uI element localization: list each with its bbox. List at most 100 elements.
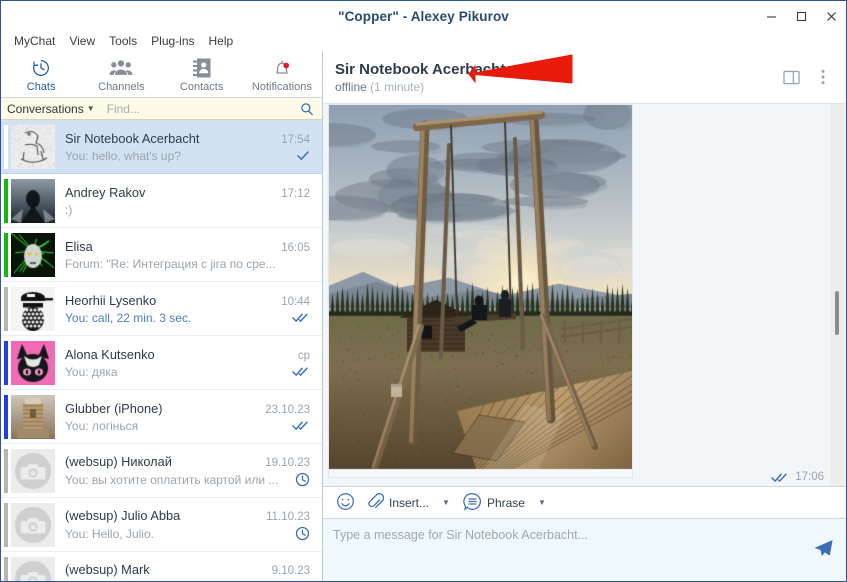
conversation-row[interactable]: Sir Notebook Acerbacht 17:54 You: hello, w… bbox=[1, 120, 322, 174]
avatar[interactable] bbox=[11, 286, 55, 331]
window-controls bbox=[756, 1, 846, 31]
message-meta: 17:06 bbox=[771, 471, 824, 483]
chat-contact-status: offline (1 minute) bbox=[335, 80, 505, 94]
avatar[interactable] bbox=[11, 394, 55, 439]
emoji-button[interactable] bbox=[331, 489, 360, 517]
search-input[interactable] bbox=[106, 101, 296, 116]
avatar[interactable] bbox=[11, 124, 55, 169]
minimize-button[interactable] bbox=[756, 1, 786, 31]
conversation-body: (websup) Николай 19.10.23 You: вы хотите о… bbox=[55, 454, 314, 487]
phrase-bubble-icon bbox=[463, 492, 482, 514]
presence-status-indicator bbox=[4, 124, 8, 169]
send-button[interactable] bbox=[800, 519, 846, 581]
conversation-row[interactable]: Elisa 16:05 Forum: "Re: Интеграция с jira … bbox=[1, 228, 322, 282]
conversation-preview: Forum: "Re: Интеграция с jira по сре... bbox=[65, 256, 276, 271]
chat-header: Sir Notebook Acerbacht offline (1 minute… bbox=[323, 51, 846, 104]
presence-status-indicator bbox=[4, 394, 8, 439]
message-image-bubble[interactable] bbox=[328, 104, 633, 478]
phrase-button[interactable]: Phrase bbox=[458, 489, 530, 517]
conversation-row[interactable]: Glubber (iPhone) 23.10.23 You: логінься bbox=[1, 390, 322, 444]
menu-bar: MyChat View Tools Plug-ins Help bbox=[1, 31, 846, 51]
conversation-time: 11.10.23 bbox=[266, 511, 310, 523]
insert-label: Insert... bbox=[389, 495, 430, 510]
more-vertical-icon[interactable] bbox=[810, 64, 836, 90]
conversation-row[interactable]: (websup) Julio Abba 11.10.23 You: Hello, J… bbox=[1, 498, 322, 552]
menu-help[interactable]: Help bbox=[202, 32, 241, 50]
double-check-icon bbox=[771, 472, 789, 483]
chat-scrollbar-thumb[interactable] bbox=[835, 291, 839, 335]
conversation-preview: You: hello, what's up? bbox=[65, 148, 181, 163]
conversation-name: (websup) Julio Abba bbox=[65, 508, 181, 523]
conversation-name: Heorhii Lysenko bbox=[65, 292, 157, 308]
paperclip-icon bbox=[367, 492, 385, 514]
side-panel-icon[interactable] bbox=[778, 64, 804, 90]
double-check-icon bbox=[292, 420, 310, 431]
conversation-name: Sir Notebook Acerbacht bbox=[65, 130, 200, 146]
conversation-row[interactable]: (websup) Николай 19.10.23 You: вы хотите о… bbox=[1, 444, 322, 498]
avatar[interactable] bbox=[11, 340, 55, 385]
conversation-name: Andrey Rakov bbox=[65, 184, 146, 200]
double-check-icon bbox=[292, 366, 310, 377]
presence-status-indicator bbox=[4, 232, 8, 277]
main-split: Chats Channels Contacts Notifications Co… bbox=[1, 51, 846, 581]
conversation-time: 9.10.23 bbox=[271, 565, 310, 577]
avatar[interactable] bbox=[11, 448, 55, 493]
conversation-row[interactable]: Heorhii Lysenko 10:44 You: call, 22 min. 3… bbox=[1, 282, 322, 336]
conversation-body: (websup) Julio Abba 11.10.23 You: Hello, J… bbox=[55, 508, 314, 541]
nav-tab-chats[interactable]: Chats bbox=[1, 51, 81, 98]
nav-label-chats: Chats bbox=[26, 80, 56, 93]
presence-status-indicator bbox=[4, 178, 8, 223]
conversation-row[interactable]: Alona Kutsenko ср You: дяка bbox=[1, 336, 322, 390]
search-icon[interactable] bbox=[300, 102, 316, 116]
avatar[interactable] bbox=[11, 502, 55, 547]
conversation-row[interactable]: (websup) Mark 9.10.23 bbox=[1, 552, 322, 581]
avatar[interactable] bbox=[11, 178, 55, 223]
conversation-time: 10:44 bbox=[281, 295, 310, 308]
conversations-filter-label: Conversations bbox=[7, 101, 84, 116]
message-input[interactable] bbox=[323, 519, 800, 581]
double-check-icon bbox=[292, 312, 310, 323]
nav-tab-channels[interactable]: Channels bbox=[81, 51, 161, 98]
conversation-preview: :) bbox=[65, 202, 73, 217]
status-duration: (1 minute) bbox=[370, 79, 425, 94]
menu-mychat[interactable]: MyChat bbox=[7, 32, 62, 50]
message-scroll[interactable]: 17:06 bbox=[323, 104, 846, 486]
menu-plugins[interactable]: Plug-ins bbox=[144, 32, 201, 50]
conversation-row[interactable]: Andrey Rakov 17:12:) bbox=[1, 174, 322, 228]
insert-dropdown-caret[interactable]: ▼ bbox=[436, 495, 456, 510]
close-button[interactable] bbox=[816, 1, 846, 31]
nav-tab-notifications[interactable]: Notifications bbox=[242, 51, 322, 98]
conversation-list[interactable]: Sir Notebook Acerbacht 17:54 You: hello, w… bbox=[1, 120, 322, 581]
bell-icon bbox=[271, 57, 293, 80]
compose-area bbox=[323, 519, 846, 581]
nav-tab-contacts[interactable]: Contacts bbox=[162, 51, 242, 98]
conversation-name: Elisa bbox=[65, 238, 93, 254]
message-time: 17:06 bbox=[795, 471, 824, 483]
conversation-preview: You: вы хотите оплатить картой или ... bbox=[65, 472, 279, 487]
swing-photo[interactable] bbox=[328, 104, 633, 478]
menu-tools[interactable]: Tools bbox=[102, 32, 144, 50]
conversation-body: Sir Notebook Acerbacht 17:54 You: hello, w… bbox=[55, 131, 314, 163]
insert-button[interactable]: Insert... bbox=[362, 489, 434, 517]
menu-view[interactable]: View bbox=[62, 32, 102, 50]
conversation-body: (websup) Mark 9.10.23 bbox=[55, 562, 314, 581]
compose-toolbar: Insert... ▼ Phrase ▼ bbox=[323, 486, 846, 519]
conversation-time: 17:12 bbox=[281, 187, 310, 200]
conversations-filter-dropdown[interactable]: Conversations ▼ bbox=[7, 102, 95, 116]
maximize-button[interactable] bbox=[786, 1, 816, 31]
left-panel: Chats Channels Contacts Notifications Co… bbox=[1, 51, 323, 581]
chat-contact-name: Sir Notebook Acerbacht bbox=[335, 60, 506, 78]
conversation-time: ср bbox=[297, 349, 310, 362]
conversation-body: Heorhii Lysenko 10:44 You: call, 22 min. 3… bbox=[55, 293, 314, 325]
clock-icon bbox=[295, 580, 310, 581]
nav-toolbar: Chats Channels Contacts Notifications bbox=[1, 51, 322, 98]
chat-scrollbar[interactable] bbox=[830, 104, 844, 486]
presence-status-indicator bbox=[4, 502, 8, 547]
avatar[interactable] bbox=[11, 232, 55, 277]
avatar[interactable] bbox=[11, 556, 55, 581]
title-bar: "Copper" - Alexey Pikurov bbox=[1, 1, 846, 31]
nav-label-contacts: Contacts bbox=[179, 80, 224, 93]
conversation-name: Glubber (iPhone) bbox=[65, 400, 163, 416]
phrase-dropdown-caret[interactable]: ▼ bbox=[532, 495, 552, 510]
conversation-body: Glubber (iPhone) 23.10.23 You: логінься bbox=[55, 401, 314, 433]
